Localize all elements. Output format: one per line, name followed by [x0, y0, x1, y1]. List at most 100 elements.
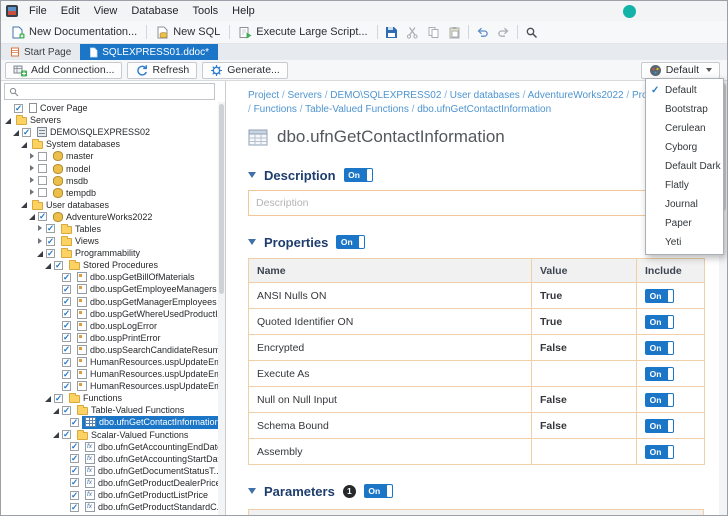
- tree-checkbox[interactable]: ✓: [62, 370, 71, 379]
- tree-checkbox[interactable]: ✓: [38, 212, 47, 221]
- expand-arrow-icon[interactable]: [28, 188, 37, 197]
- tree-item[interactable]: ✓dbo.ufnGetAccountingStartDate: [1, 453, 218, 465]
- search-button[interactable]: [521, 23, 542, 42]
- tree-item[interactable]: ✓dbo.uspGetManagerEmployees: [1, 296, 218, 308]
- tree-checkbox[interactable]: ✓: [62, 430, 71, 439]
- collapse-arrow-icon[interactable]: [20, 200, 29, 209]
- theme-option-default[interactable]: ✓Default: [646, 81, 723, 100]
- new-documentation-button[interactable]: New Documentation...: [5, 24, 143, 41]
- collapse-arrow-icon[interactable]: [44, 394, 53, 403]
- tree-item[interactable]: ✓Functions: [1, 392, 218, 404]
- collapse-triangle-icon[interactable]: [248, 172, 256, 178]
- include-toggle[interactable]: On: [645, 367, 674, 381]
- tree-item[interactable]: msdb: [1, 175, 218, 187]
- tree-checkbox[interactable]: ✓: [22, 128, 31, 137]
- tree-checkbox[interactable]: ✓: [62, 333, 71, 342]
- theme-option-yeti[interactable]: Yeti: [646, 233, 723, 252]
- breadcrumb-link[interactable]: Table-Valued Functions: [305, 104, 409, 115]
- tree-item[interactable]: ✓HumanResources.uspUpdateEmpl...: [1, 356, 218, 368]
- properties-toggle[interactable]: On: [336, 235, 365, 249]
- tree-checkbox[interactable]: ✓: [62, 273, 71, 282]
- app-icon[interactable]: [6, 5, 18, 17]
- tree-item[interactable]: ✓dbo.ufnGetContactInformation: [1, 416, 218, 428]
- theme-option-paper[interactable]: Paper: [646, 214, 723, 233]
- generate-button[interactable]: Generate...: [202, 62, 288, 79]
- tree-item[interactable]: ✓dbo.uspGetWhereUsedProductID: [1, 308, 218, 320]
- breadcrumb-link[interactable]: AdventureWorks2022: [528, 90, 624, 101]
- copy-button[interactable]: [423, 23, 444, 42]
- tree-checkbox[interactable]: ✓: [46, 249, 55, 258]
- tree-item[interactable]: ✓Scalar-Valued Functions: [1, 429, 218, 441]
- tree-checkbox[interactable]: ✓: [70, 491, 79, 500]
- tree-checkbox[interactable]: ✓: [70, 466, 79, 475]
- tree-checkbox[interactable]: ✓: [62, 309, 71, 318]
- expand-arrow-icon[interactable]: [28, 152, 37, 161]
- breadcrumb-link[interactable]: Project: [248, 90, 279, 101]
- collapse-arrow-icon[interactable]: [28, 212, 37, 221]
- cut-button[interactable]: [402, 23, 423, 42]
- expand-arrow-icon[interactable]: [36, 224, 45, 233]
- execute-large-script-button[interactable]: Execute Large Script...: [233, 24, 373, 41]
- include-toggle[interactable]: On: [645, 315, 674, 329]
- tree-item[interactable]: ✓dbo.ufnGetProductStandardC...: [1, 501, 218, 513]
- include-toggle[interactable]: On: [645, 445, 674, 459]
- theme-option-bootstrap[interactable]: Bootstrap: [646, 100, 723, 119]
- refresh-button[interactable]: Refresh: [127, 62, 197, 79]
- menu-edit[interactable]: Edit: [54, 3, 87, 19]
- tree-checkbox[interactable]: [38, 164, 47, 173]
- tree-item[interactable]: ✓dbo.ufnGetDocumentStatusT...: [1, 465, 218, 477]
- tree-checkbox[interactable]: ✓: [62, 321, 71, 330]
- tree-scrollbar[interactable]: [218, 102, 225, 515]
- new-sql-button[interactable]: New SQL: [150, 24, 226, 41]
- tree-item[interactable]: ✓HumanResources.uspUpdateEmpl...: [1, 368, 218, 380]
- tree-item[interactable]: System databases: [1, 138, 218, 150]
- tree-checkbox[interactable]: [38, 188, 47, 197]
- tree-checkbox[interactable]: ✓: [70, 454, 79, 463]
- tree-item[interactable]: ✓Programmability: [1, 247, 218, 259]
- tree-item[interactable]: ✓dbo.ufnGetProductListPrice: [1, 489, 218, 501]
- tree-item[interactable]: ✓dbo.ufnGetProductDealerPrice: [1, 477, 218, 489]
- tree-checkbox[interactable]: ✓: [46, 224, 55, 233]
- tree-item[interactable]: ✓Stored Procedures: [1, 259, 218, 271]
- search-input[interactable]: [23, 86, 210, 97]
- expand-arrow-icon[interactable]: [36, 237, 45, 246]
- tree-checkbox[interactable]: ✓: [54, 394, 63, 403]
- theme-option-journal[interactable]: Journal: [646, 195, 723, 214]
- theme-option-cerulean[interactable]: Cerulean: [646, 119, 723, 138]
- collapse-arrow-icon[interactable]: [36, 249, 45, 258]
- collapse-triangle-icon[interactable]: [248, 239, 256, 245]
- tree-checkbox[interactable]: ✓: [62, 406, 71, 415]
- collapse-arrow-icon[interactable]: [44, 261, 53, 270]
- menu-file[interactable]: File: [22, 3, 54, 19]
- breadcrumb-link[interactable]: User databases: [450, 90, 520, 101]
- collapse-arrow-icon[interactable]: [52, 406, 61, 415]
- tree-item[interactable]: ✓dbo.uspGetBillOfMaterials: [1, 271, 218, 283]
- include-toggle[interactable]: On: [645, 289, 674, 303]
- tree-item[interactable]: ✓Cover Page: [1, 102, 218, 114]
- include-toggle[interactable]: On: [645, 419, 674, 433]
- tree-checkbox[interactable]: ✓: [62, 382, 71, 391]
- tree-item[interactable]: ✓dbo.uspLogError: [1, 320, 218, 332]
- expand-arrow-icon[interactable]: [28, 176, 37, 185]
- collapse-arrow-icon[interactable]: [52, 430, 61, 439]
- description-toggle[interactable]: On: [344, 168, 373, 182]
- tree-item[interactable]: ✓HumanResources.uspUpdateEmpl...: [1, 380, 218, 392]
- breadcrumb-link[interactable]: dbo.ufnGetContactInformation: [417, 104, 551, 115]
- tree-checkbox[interactable]: [38, 152, 47, 161]
- save-button[interactable]: [381, 23, 402, 42]
- tree-checkbox[interactable]: ✓: [70, 442, 79, 451]
- tree-scrollbar-thumb[interactable]: [219, 104, 224, 294]
- tree-checkbox[interactable]: ✓: [54, 261, 63, 270]
- tree-item[interactable]: master: [1, 150, 218, 162]
- tree-item[interactable]: ✓AdventureWorks2022: [1, 211, 218, 223]
- expand-arrow-icon[interactable]: [28, 164, 37, 173]
- undo-button[interactable]: [472, 23, 493, 42]
- tree-item[interactable]: User databases: [1, 199, 218, 211]
- theme-option-cyborg[interactable]: Cyborg: [646, 138, 723, 157]
- tree-checkbox[interactable]: ✓: [62, 358, 71, 367]
- include-toggle[interactable]: On: [645, 341, 674, 355]
- collapse-arrow-icon[interactable]: [4, 116, 13, 125]
- tree-checkbox[interactable]: [38, 176, 47, 185]
- tree-item[interactable]: ✓dbo.ufnGetAccountingEndDate: [1, 441, 218, 453]
- include-toggle[interactable]: On: [645, 393, 674, 407]
